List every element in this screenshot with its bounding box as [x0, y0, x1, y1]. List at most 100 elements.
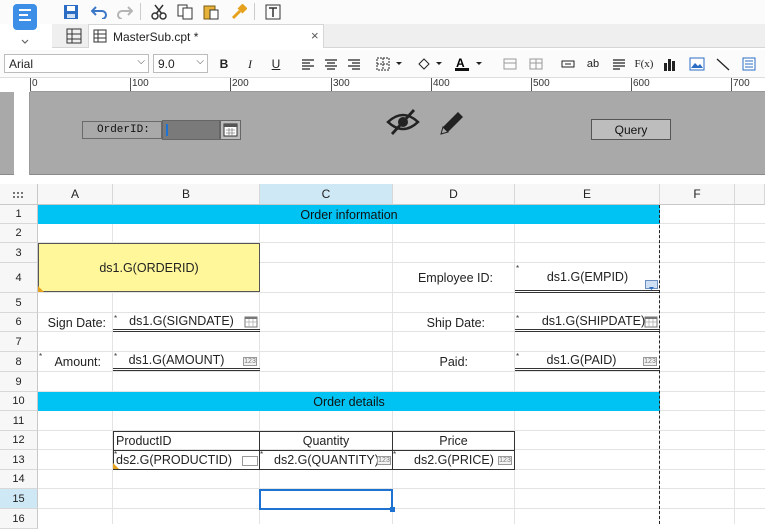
font-size-value: 9.0 — [158, 57, 175, 71]
number-widget-icon: 123 — [377, 456, 391, 465]
empid-cell[interactable]: ds1.G(EMPID) — [515, 263, 660, 293]
ruler-tick — [331, 78, 332, 91]
ruler-tick-label: 400 — [433, 78, 450, 89]
undo-icon[interactable] — [88, 1, 110, 23]
font-size-select[interactable]: 9.0 ⌵ — [153, 54, 208, 73]
productid-header[interactable]: ProductID — [113, 431, 260, 451]
amount-cell[interactable]: ds1.G(AMOUNT) — [113, 352, 260, 371]
row-header[interactable]: 2 — [0, 224, 38, 243]
orderid-cell[interactable]: ds1.G(ORDERID) — [38, 243, 260, 292]
row-header[interactable]: 11 — [0, 411, 38, 431]
calendar-icon[interactable] — [220, 120, 241, 140]
column-header[interactable]: F — [660, 184, 735, 205]
underline-button[interactable]: U — [266, 55, 286, 73]
row-header[interactable]: 16 — [0, 509, 38, 529]
app-logo-icon[interactable] — [8, 2, 42, 46]
orderid-input[interactable] — [162, 120, 220, 140]
query-button[interactable]: Query — [591, 119, 671, 140]
richtext-icon[interactable] — [739, 55, 759, 73]
textbox-icon[interactable] — [558, 55, 578, 73]
italic-button[interactable]: I — [240, 55, 260, 73]
column-header[interactable]: E — [515, 184, 660, 205]
paid-cell[interactable]: ds1.G(PAID) — [515, 352, 660, 371]
row-header[interactable]: 8 — [0, 352, 38, 372]
ruler-tick-label: 600 — [633, 78, 650, 89]
fill-color-icon[interactable] — [414, 55, 448, 73]
paste-icon[interactable] — [200, 1, 222, 23]
row-header[interactable]: 5 — [0, 293, 38, 313]
select-all-corner[interactable] — [0, 184, 38, 205]
close-icon[interactable]: × — [311, 28, 319, 43]
price-cell[interactable]: ds2.G(PRICE) — [392, 450, 515, 470]
border-icon[interactable] — [374, 55, 408, 73]
ruler-tick — [431, 78, 432, 91]
row-header[interactable]: 9 — [0, 372, 38, 392]
text-cursor — [166, 124, 168, 136]
fill-handle[interactable] — [390, 507, 395, 512]
row-header[interactable]: 4 — [0, 263, 38, 293]
row-header[interactable]: 10 — [0, 392, 38, 411]
grid-view-icon[interactable] — [66, 28, 82, 47]
order-information-header[interactable]: Order information — [38, 205, 660, 224]
row-header[interactable]: 3 — [0, 243, 38, 263]
merge-icon[interactable] — [500, 55, 520, 73]
row-header[interactable]: 1 — [0, 205, 38, 224]
expand-marker: * — [114, 352, 118, 361]
paid-label: Paid: — [439, 354, 469, 369]
format-toolbar: Arial ⌵ 9.0 ⌵ B I U A ab F(x) — [0, 50, 765, 78]
productid-cell[interactable]: ds2.G(PRODUCTID) — [113, 450, 260, 470]
font-family-select[interactable]: Arial ⌵ — [4, 54, 149, 73]
save-icon[interactable] — [60, 1, 82, 23]
cut-icon[interactable] — [148, 1, 170, 23]
dropdown-widget-icon — [645, 280, 658, 290]
copy-icon[interactable] — [174, 1, 196, 23]
signdate-cell[interactable]: ds1.G(SIGNDATE) — [113, 313, 260, 332]
column-header[interactable]: B — [113, 184, 260, 205]
row-header[interactable]: 7 — [0, 332, 38, 352]
ruler-tick-label: 0 — [32, 78, 38, 89]
text-button[interactable]: ab — [583, 55, 603, 73]
expand-marker: * — [393, 450, 397, 459]
pencil-icon[interactable] — [436, 107, 468, 142]
vertical-ruler — [14, 92, 30, 175]
wrap-text-icon[interactable] — [609, 55, 629, 73]
slash-icon[interactable] — [713, 55, 733, 73]
textbox-widget-icon — [242, 456, 258, 466]
tab-bar: MasterSub.cpt * × — [52, 24, 765, 48]
image-icon[interactable] — [687, 55, 707, 73]
shipdate-cell[interactable]: ds1.G(SHIPDATE) — [515, 313, 660, 332]
main-toolbar — [0, 0, 765, 24]
row-header[interactable]: 14 — [0, 470, 38, 489]
number-widget-icon: 123 — [243, 357, 257, 366]
quantity-header[interactable]: Quantity — [259, 431, 393, 451]
row-header[interactable]: 6 — [0, 313, 38, 332]
align-right-icon[interactable] — [344, 55, 364, 73]
selected-cell[interactable] — [259, 489, 393, 510]
tab-mastersub[interactable]: MasterSub.cpt * × — [88, 24, 324, 48]
redo-icon[interactable] — [114, 1, 136, 23]
bold-button[interactable]: B — [214, 55, 234, 73]
column-header[interactable]: C — [260, 184, 393, 205]
quantity-cell[interactable]: ds2.G(QUANTITY) — [259, 450, 393, 470]
price-header[interactable]: Price — [392, 431, 515, 451]
ruler-corner — [0, 78, 30, 92]
format-painter-icon[interactable] — [228, 1, 250, 23]
font-color-icon[interactable]: A — [453, 55, 489, 73]
toolbar-divider — [254, 3, 255, 20]
row-header[interactable]: 13 — [0, 450, 38, 470]
expand-marker: * — [39, 352, 43, 361]
amount-label: Amount: — [54, 354, 101, 369]
formula-button[interactable]: F(x) — [634, 55, 654, 73]
eye-slash-icon[interactable] — [386, 105, 420, 142]
text-frame-icon[interactable] — [262, 1, 284, 23]
row-header[interactable]: 12 — [0, 431, 38, 450]
align-left-icon[interactable] — [298, 55, 318, 73]
chart-icon[interactable] — [660, 55, 680, 73]
column-header[interactable]: A — [38, 184, 113, 205]
row-header[interactable]: 15 — [0, 489, 38, 509]
unmerge-icon[interactable] — [526, 55, 546, 73]
ruler-tick-label: 300 — [333, 78, 350, 89]
align-center-icon[interactable] — [321, 55, 341, 73]
order-details-header[interactable]: Order details — [38, 392, 660, 411]
column-header[interactable]: D — [393, 184, 515, 205]
